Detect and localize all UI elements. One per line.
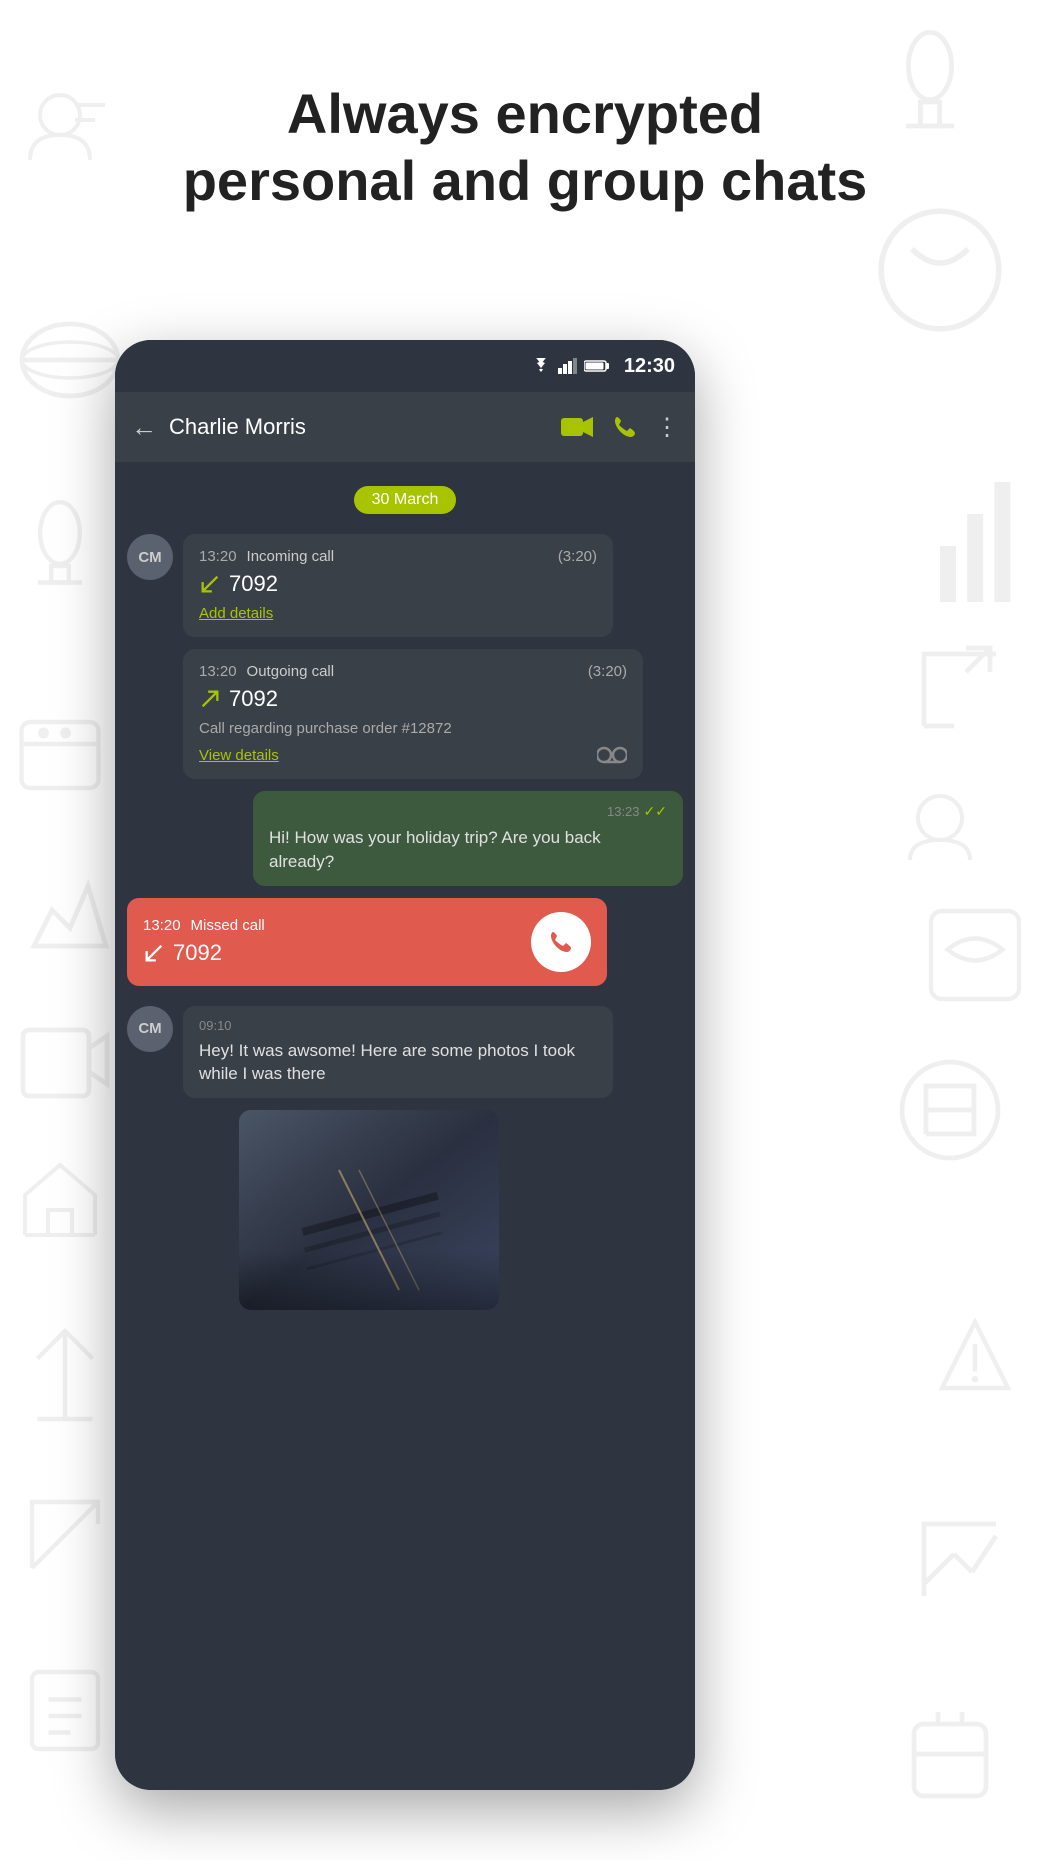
battery-icon	[584, 359, 610, 373]
phone-call-button[interactable]	[611, 413, 639, 441]
incoming-call-bubble: 13:20 Incoming call (3:20) 7092 Add deta…	[183, 534, 613, 637]
photo-bubble	[239, 1110, 499, 1310]
missed-call-time: 13:20	[143, 917, 181, 934]
incoming-call-arrow-icon	[199, 573, 221, 595]
callback-phone-icon	[547, 928, 575, 956]
incoming-text-bubble: 09:10 Hey! It was awsome! Here are some …	[183, 1006, 613, 1099]
back-button[interactable]: ←	[131, 412, 157, 443]
date-divider: 30 March	[115, 486, 695, 514]
incoming-call-type: Incoming call	[247, 548, 335, 565]
header-line2: personal and group chats	[60, 147, 990, 214]
chat-title: Charlie Morris	[169, 414, 549, 440]
missed-call-type: Missed call	[191, 917, 265, 934]
wifi-icon	[530, 358, 552, 374]
incoming-text-message: CM 09:10 Hey! It was awsome! Here are so…	[115, 1000, 695, 1105]
missed-call-left: 13:20 Missed call 7092	[143, 917, 531, 966]
incoming-msg-time: 09:10	[199, 1018, 597, 1033]
incoming-call-time: 13:20	[199, 548, 237, 565]
voicemail-icon	[597, 745, 627, 765]
header-line1: Always encrypted	[60, 80, 990, 147]
phone-device: 12:30 ← Charlie Morris ⋮ 30 March CM	[115, 340, 695, 1790]
incoming-msg-text: Hey! It was awsome! Here are some photos…	[199, 1039, 597, 1087]
add-details-link[interactable]: Add details	[199, 605, 273, 622]
outgoing-call-time: 13:20	[199, 663, 237, 680]
app-bar: ← Charlie Morris ⋮	[115, 392, 695, 462]
more-options-button[interactable]: ⋮	[655, 413, 679, 442]
incoming-call-number: 7092	[229, 571, 278, 597]
missed-call-message: 13:20 Missed call 7092	[115, 892, 695, 992]
missed-call-number: 7092	[173, 940, 222, 966]
outgoing-call-number: 7092	[229, 686, 278, 712]
date-badge: 30 March	[354, 486, 457, 514]
outgoing-call-bubble: 13:20 Outgoing call (3:20) 7092 Call reg…	[183, 649, 643, 779]
own-msg-time: 13:23	[607, 804, 640, 819]
own-msg-time-row: 13:23 ✓✓	[269, 803, 667, 820]
status-bar: 12:30	[115, 340, 695, 392]
missed-call-arrow-icon	[143, 942, 165, 964]
outgoing-call-note: Call regarding purchase order #12872	[199, 720, 627, 737]
own-msg-text: Hi! How was your holiday trip? Are you b…	[269, 826, 667, 874]
incoming-call-duration: (3:20)	[558, 548, 597, 565]
chat-area: 30 March CM 13:20 Incoming call (3:20) 7…	[115, 462, 695, 1790]
outgoing-call-type: Outgoing call	[247, 663, 335, 680]
incoming-call-message: CM 13:20 Incoming call (3:20) 7092 Add d…	[115, 528, 695, 643]
photo-content	[239, 1110, 499, 1310]
video-call-button[interactable]	[561, 415, 595, 439]
app-bar-actions: ⋮	[561, 413, 679, 442]
callback-button[interactable]	[531, 912, 591, 972]
status-time: 12:30	[624, 355, 675, 378]
outgoing-call-duration: (3:20)	[588, 663, 627, 680]
own-text-bubble: 13:23 ✓✓ Hi! How was your holiday trip? …	[253, 791, 683, 886]
own-text-message: 13:23 ✓✓ Hi! How was your holiday trip? …	[115, 785, 695, 892]
signal-icon	[558, 358, 578, 374]
photo-placeholder	[239, 1110, 499, 1310]
view-details-link[interactable]: View details	[199, 747, 279, 764]
status-icons	[530, 358, 610, 374]
photo-message-row	[115, 1110, 695, 1310]
double-check-icon: ✓✓	[644, 803, 667, 820]
outgoing-call-arrow-icon	[199, 688, 221, 710]
avatar-cm-2: CM	[127, 1006, 173, 1052]
avatar-cm-1: CM	[127, 534, 173, 580]
header-text: Always encrypted personal and group chat…	[0, 80, 1050, 214]
outgoing-call-message: 13:20 Outgoing call (3:20) 7092 Call reg…	[115, 643, 695, 785]
missed-call-bubble: 13:20 Missed call 7092	[127, 898, 607, 986]
